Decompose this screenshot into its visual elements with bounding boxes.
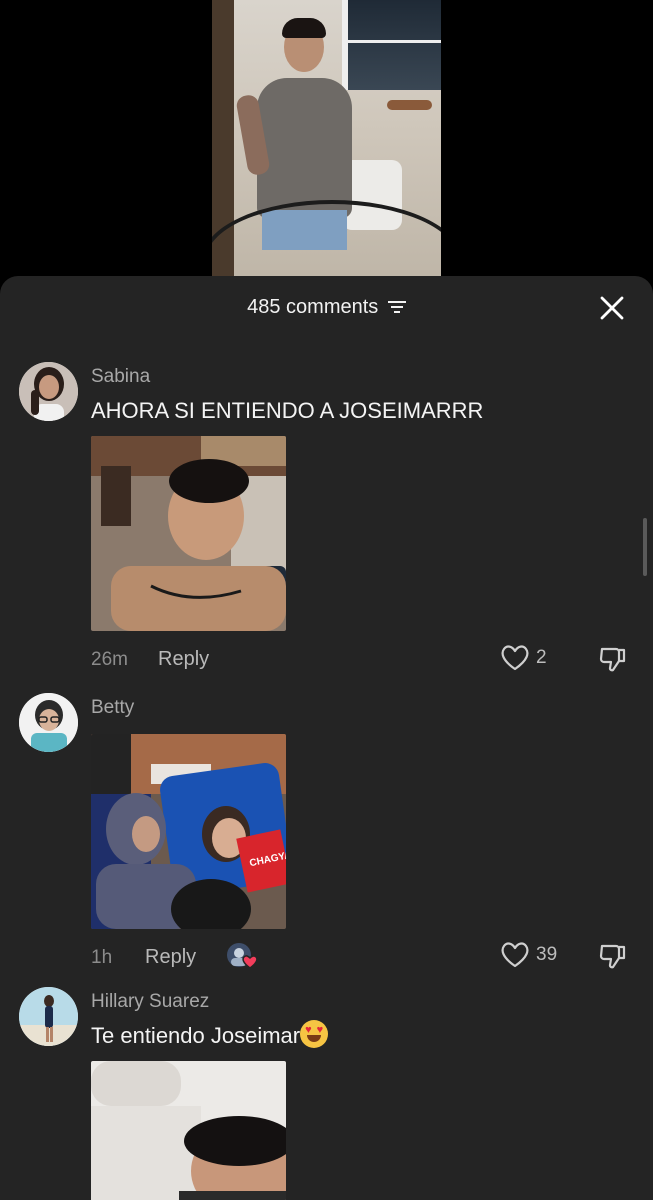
thumbs-down-icon[interactable]: [598, 644, 628, 674]
video-person-hair: [282, 18, 326, 38]
comment-time: 26m: [91, 649, 128, 670]
comment-item: Hillary Suarez Te entiendo Joseimar: [0, 987, 653, 1200]
comment-image[interactable]: [91, 436, 286, 631]
comment-text-content: Te entiendo Joseimar: [91, 1023, 301, 1048]
heart-icon[interactable]: [500, 941, 530, 969]
comments-sheet: 485 comments Sabina AHORA SI ENTIENDO A: [0, 276, 653, 1200]
comment-time: 1h: [91, 947, 113, 968]
video-window: [342, 0, 441, 90]
comment-item: Betty CHAGYA 1h Reply 39: [0, 693, 653, 983]
like-count: 2: [536, 647, 547, 668]
video-thumbnail[interactable]: [212, 0, 441, 276]
video-table: [387, 100, 432, 110]
avatar[interactable]: [19, 362, 78, 421]
heart-icon[interactable]: [500, 644, 530, 672]
video-person-body: [257, 78, 352, 218]
comment-item: Sabina AHORA SI ENTIENDO A JOSEIMARRR 26…: [0, 362, 653, 682]
like-count: 39: [536, 944, 558, 965]
comment-username[interactable]: Betty: [91, 697, 134, 719]
video-mirror-frame: [212, 200, 441, 276]
comment-text: Te entiendo Joseimar: [91, 1020, 329, 1049]
comment-username[interactable]: Sabina: [91, 366, 150, 388]
reply-button[interactable]: Reply: [158, 648, 209, 671]
comment-text: AHORA SI ENTIENDO A JOSEIMARRR: [91, 398, 484, 423]
avatar[interactable]: [19, 693, 78, 752]
like-button[interactable]: 39: [500, 941, 557, 969]
comments-count-title[interactable]: 485 comments: [0, 296, 653, 319]
heart-eyes-emoji: [300, 1020, 329, 1049]
like-button[interactable]: 2: [500, 644, 547, 672]
creator-liked-icon: [227, 943, 258, 969]
comment-image[interactable]: CHAGYA: [91, 734, 286, 929]
thumbs-down-icon[interactable]: [598, 941, 628, 971]
comments-count-label: 485 comments: [247, 296, 379, 318]
avatar[interactable]: [19, 987, 78, 1046]
reply-button[interactable]: Reply: [145, 946, 196, 969]
video-preview[interactable]: [0, 0, 653, 276]
filter-icon[interactable]: [387, 300, 406, 314]
comments-header: 485 comments: [0, 276, 653, 342]
comment-username[interactable]: Hillary Suarez: [91, 991, 209, 1013]
comment-image[interactable]: [91, 1061, 286, 1200]
close-icon[interactable]: [599, 295, 625, 321]
